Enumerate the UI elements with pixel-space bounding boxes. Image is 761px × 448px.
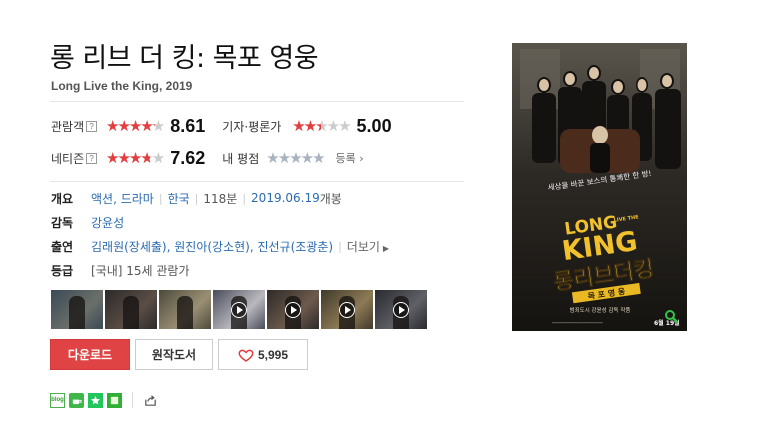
help-icon[interactable]: ? <box>86 120 98 132</box>
my-rating-label: 내 평점 <box>222 151 260 166</box>
audience-rating-label: 관람객 ? <box>51 118 106 135</box>
genre-link[interactable]: 액션, 드라마 <box>91 190 154 207</box>
critics-rating-label: 기자·평론가 <box>222 119 282 134</box>
video-thumbnail[interactable] <box>213 290 265 329</box>
my-rating-stars[interactable]: ★★★★★★★★★★ <box>266 150 325 166</box>
blog-icon[interactable]: blog <box>50 392 65 408</box>
original-book-button[interactable]: 원작도서 <box>135 339 213 370</box>
like-count: 5,995 <box>257 347 289 362</box>
audience-stars: ★★★★★★★★★★ <box>106 116 165 135</box>
cast-more-link[interactable]: 더보기 ▶ <box>347 238 389 255</box>
heart-icon <box>238 349 254 362</box>
thumbnail-figure <box>123 296 139 329</box>
country-link[interactable]: 한국 <box>168 190 190 207</box>
media-thumbnails <box>51 290 427 329</box>
poster-credits-fine: ━━━━━━━━━━━━━━━━━━━━━━━━ <box>551 321 603 325</box>
photo-thumbnail[interactable] <box>105 290 157 329</box>
director-link[interactable]: 강윤성 <box>91 214 124 231</box>
poster-credit: 범죄도시 강윤성 감독 작품 <box>570 306 631 314</box>
movie-poster[interactable]: 세상을 바꾼 보스의 통쾌한 한 방! LONG LIVE THE KING 롱… <box>512 43 687 331</box>
release-date-link[interactable]: 2019.06.19 <box>251 191 320 205</box>
play-icon <box>393 301 409 318</box>
play-icon <box>285 301 301 318</box>
cast-row: 출연 김래원(장세출), 원진아(강소현), 진선규(조광춘) | 더보기 ▶ <box>51 238 390 255</box>
like-button[interactable]: 5,995 <box>218 339 308 370</box>
divider <box>50 101 464 102</box>
netizen-stars: ★★★★★★★★★★ <box>106 148 165 167</box>
overview-row: 개요 액션, 드라마 | 한국 | 118분 | 2019.06.19 개봉 <box>51 190 342 207</box>
download-button[interactable]: 다운로드 <box>50 339 130 370</box>
share-bar: blog <box>50 392 158 408</box>
director-row: 감독 강윤성 <box>51 212 124 232</box>
photo-thumbnail[interactable] <box>51 290 103 329</box>
overview-key: 개요 <box>51 191 74 206</box>
grade-value[interactable]: [국내] 15세 관람가 <box>91 262 190 279</box>
cafe-icon[interactable] <box>69 392 84 408</box>
cast-key: 출연 <box>51 239 74 254</box>
divider <box>50 181 464 182</box>
critics-stars: ★★★★★★★★★★ <box>292 116 351 135</box>
grade-key: 등급 <box>51 263 74 278</box>
rating-row-1: 관람객 ? ★★★★★★★★★★ 8.61 기자·평론가 ★★★★★★★★★★ … <box>51 114 392 138</box>
play-icon <box>231 301 247 318</box>
netizen-rating-label: 네티즌 ? <box>51 150 106 167</box>
band-icon[interactable] <box>88 392 103 408</box>
register-rating-link[interactable]: 등록 › <box>336 150 364 166</box>
cast-links[interactable]: 김래원(장세출), 원진아(강소현), 진선규(조광춘) <box>91 238 333 255</box>
chevron-right-icon: › <box>355 152 364 165</box>
thumbnail-figure <box>69 296 85 329</box>
share-divider <box>132 392 133 408</box>
photo-thumbnail[interactable] <box>159 290 211 329</box>
page-title: 롱 리브 더 킹: 목포 영웅 <box>50 43 319 74</box>
kakao-icon[interactable] <box>107 392 122 408</box>
grade-row: 등급 [국내] 15세 관람가 <box>51 260 190 280</box>
director-key: 감독 <box>51 215 74 230</box>
thumbnail-figure <box>177 296 193 329</box>
share-icon[interactable] <box>143 393 158 408</box>
critics-score: 5.00 <box>356 115 392 136</box>
movie-subtitle: Long Live the King, 2019 <box>51 79 193 93</box>
video-thumbnail[interactable] <box>375 290 427 329</box>
play-icon <box>339 301 355 318</box>
runtime: 118분 <box>203 191 238 206</box>
help-icon[interactable]: ? <box>86 152 98 164</box>
video-thumbnail[interactable] <box>267 290 319 329</box>
release-suffix: 개봉 <box>319 191 342 206</box>
video-thumbnail[interactable] <box>321 290 373 329</box>
audience-score: 8.61 <box>170 115 206 136</box>
netizen-score: 7.62 <box>170 147 206 168</box>
caret-right-icon: ▶ <box>382 243 390 253</box>
rating-row-2: 네티즌 ? ★★★★★★★★★★ 7.62 내 평점 ★★★★★★★★★★ 등록… <box>51 146 364 170</box>
